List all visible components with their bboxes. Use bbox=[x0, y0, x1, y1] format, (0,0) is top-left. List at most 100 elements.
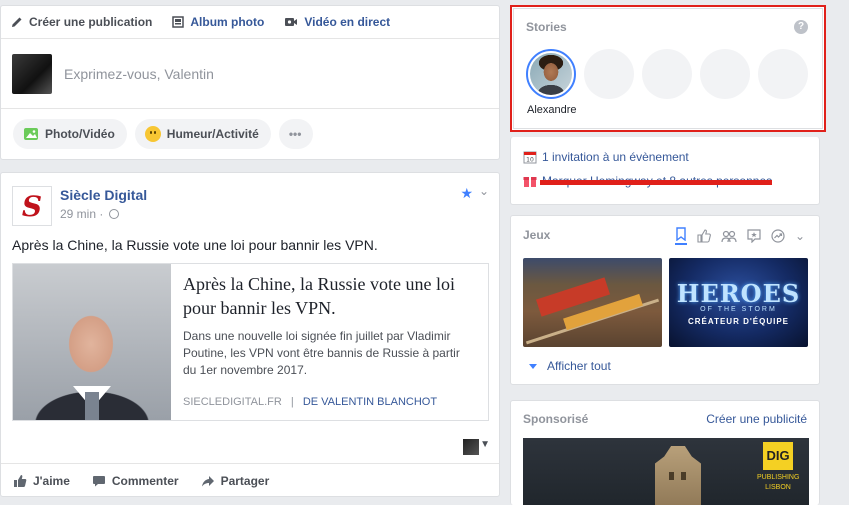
feeling-activity-label: Humeur/Activité bbox=[166, 127, 259, 141]
heroes-subtitle: OF THE STORM bbox=[700, 306, 777, 313]
game-tile-heroes[interactable]: HEROES OF THE STORM CRÉATEUR D'ÉQUIPE bbox=[669, 258, 808, 347]
thumbs-up-icon bbox=[14, 474, 27, 487]
story-placeholder bbox=[700, 49, 750, 99]
tie bbox=[85, 392, 99, 420]
tab-live-video[interactable]: Vidéo en direct bbox=[284, 6, 390, 39]
composer-input-area[interactable]: Exprimez-vous, Valentin bbox=[1, 39, 499, 109]
dig-caption-line2: LISBON bbox=[765, 484, 791, 491]
album-icon bbox=[172, 16, 185, 28]
show-all-label: Afficher tout bbox=[547, 359, 611, 373]
smiley-icon bbox=[144, 126, 161, 142]
news-feed-post: S Siècle Digital 29 min · ★ ⌄ Après la C… bbox=[0, 172, 500, 497]
link-separator: | bbox=[290, 396, 294, 408]
sponsored-title: Sponsorisé bbox=[523, 412, 589, 426]
tower-window bbox=[669, 472, 674, 480]
page-logo-letter: S bbox=[21, 189, 43, 223]
link-preview[interactable]: Après la Chine, la Russie vote une loi p… bbox=[12, 263, 489, 421]
more-options-button[interactable]: ••• bbox=[278, 119, 314, 149]
post-text: Après la Chine, la Russie vote une loi p… bbox=[12, 237, 378, 253]
dig-caption-line1: PUBLISHING bbox=[757, 474, 800, 481]
bookmark-icon[interactable] bbox=[674, 227, 687, 245]
star-icon[interactable]: ★ bbox=[460, 185, 473, 202]
sponsored-card: Sponsorisé Créer une publicité DIG PUBLI… bbox=[510, 400, 820, 505]
friends-icon[interactable] bbox=[721, 229, 737, 243]
post-actions: J'aime Commenter Partager bbox=[1, 463, 499, 497]
story-name[interactable]: Alexandre bbox=[527, 104, 577, 116]
feeling-activity-button[interactable]: Humeur/Activité bbox=[134, 119, 271, 149]
ad-image[interactable]: DIG PUBLISHING LISBON bbox=[523, 438, 809, 505]
like-label: J'aime bbox=[33, 473, 70, 488]
composer-placeholder[interactable]: Exprimez-vous, Valentin bbox=[64, 66, 214, 82]
game-tile-train[interactable] bbox=[523, 258, 662, 347]
story-placeholder bbox=[584, 49, 634, 99]
caret-down-icon[interactable]: ▼ bbox=[480, 439, 490, 450]
post-author-link[interactable]: Siècle Digital bbox=[60, 187, 147, 203]
video-camera-icon bbox=[285, 18, 298, 26]
story-item-alexandre[interactable] bbox=[526, 49, 576, 99]
link-preview-info: Après la Chine, la Russie vote une loi p… bbox=[171, 264, 488, 420]
link-preview-image[interactable] bbox=[13, 264, 171, 420]
pencil-icon bbox=[12, 17, 22, 27]
share-as-avatar[interactable] bbox=[463, 439, 479, 455]
featured-icon[interactable] bbox=[747, 229, 761, 243]
post-timestamp: 29 min · bbox=[60, 207, 147, 221]
tab-create-post[interactable]: Créer une publication bbox=[11, 6, 152, 39]
caret-down-icon bbox=[529, 363, 537, 369]
tower-illustration bbox=[655, 446, 701, 505]
games-tiles: HEROES OF THE STORM CRÉATEUR D'ÉQUIPE bbox=[523, 258, 815, 347]
composer-actions: Photo/Vidéo Humeur/Activité ••• bbox=[1, 109, 499, 159]
games-filter-icons: ⌄ bbox=[665, 227, 805, 245]
photo-video-button[interactable]: Photo/Vidéo bbox=[13, 119, 127, 149]
svg-text:10: 10 bbox=[526, 157, 534, 164]
gift-icon bbox=[523, 177, 537, 187]
show-all-link[interactable]: Afficher tout bbox=[529, 359, 611, 373]
share-button[interactable]: Partager bbox=[201, 473, 270, 488]
tab-photo-album[interactable]: Album photo bbox=[172, 6, 264, 39]
chevron-down-icon[interactable]: ⌄ bbox=[479, 184, 489, 198]
story-avatar bbox=[530, 53, 572, 95]
event-invitation-row[interactable]: 10 1 invitation à un évènement bbox=[523, 150, 689, 164]
trending-icon[interactable] bbox=[771, 229, 785, 243]
link-title[interactable]: Après la Chine, la Russie vote une loi p… bbox=[183, 272, 476, 320]
stories-highlight: Stories ? Alexandre bbox=[510, 5, 826, 132]
link-description: Dans une nouvelle loi signée fin juillet… bbox=[183, 329, 460, 377]
heroes-caption: CRÉATEUR D'ÉQUIPE bbox=[688, 317, 789, 326]
chevron-down-icon[interactable]: ⌄ bbox=[795, 229, 805, 243]
thumbs-up-icon[interactable] bbox=[697, 229, 711, 243]
composer-card: Créer une publication Album photo Vidéo … bbox=[0, 5, 500, 160]
photo-video-label: Photo/Vidéo bbox=[45, 127, 115, 141]
link-domain: SIECLEDIGITAL.FR bbox=[183, 396, 282, 408]
event-invitation-link[interactable]: 1 invitation à un évènement bbox=[542, 150, 689, 164]
photo-icon bbox=[24, 128, 38, 140]
comment-button[interactable]: Commenter bbox=[92, 474, 179, 488]
games-title: Jeux bbox=[523, 228, 551, 242]
post-time-text[interactable]: 29 min · bbox=[60, 207, 103, 221]
events-card: 10 1 invitation à un évènement Marquer H… bbox=[510, 137, 820, 205]
share-icon bbox=[201, 475, 214, 486]
birthday-text[interactable]: Marquer Hemingway et 8 autres personnes bbox=[540, 174, 773, 188]
tab-live-video-label: Vidéo en direct bbox=[304, 15, 391, 29]
post-header: S Siècle Digital 29 min · bbox=[12, 186, 147, 226]
redaction-bar bbox=[540, 180, 773, 185]
comment-icon bbox=[92, 475, 105, 486]
composer-tabs: Créer une publication Album photo Vidéo … bbox=[1, 6, 499, 39]
stories-card: Stories ? Alexandre bbox=[513, 8, 823, 129]
dig-caption: PUBLISHING LISBON bbox=[757, 473, 799, 493]
page-logo[interactable]: S bbox=[12, 186, 52, 226]
share-label: Partager bbox=[220, 473, 270, 488]
heroes-logo: HEROES bbox=[676, 279, 801, 308]
story-placeholder bbox=[758, 49, 808, 99]
link-author[interactable]: DE VALENTIN BLANCHOT bbox=[303, 396, 437, 408]
link-source: SIECLEDIGITAL.FR | DE VALENTIN BLANCHOT bbox=[183, 396, 437, 408]
stories-title: Stories bbox=[526, 20, 567, 34]
tower-window bbox=[681, 472, 686, 480]
help-icon[interactable]: ? bbox=[794, 20, 808, 34]
tab-create-post-label: Créer une publication bbox=[29, 15, 153, 29]
globe-icon bbox=[109, 209, 120, 219]
calendar-icon: 10 bbox=[523, 151, 537, 164]
comment-label: Commenter bbox=[111, 473, 179, 488]
birthday-row[interactable]: Marquer Hemingway et 8 autres personnes bbox=[523, 174, 773, 188]
like-button[interactable]: J'aime bbox=[13, 474, 70, 488]
create-ad-link[interactable]: Créer une publicité bbox=[706, 412, 807, 426]
stories-row bbox=[526, 49, 816, 99]
